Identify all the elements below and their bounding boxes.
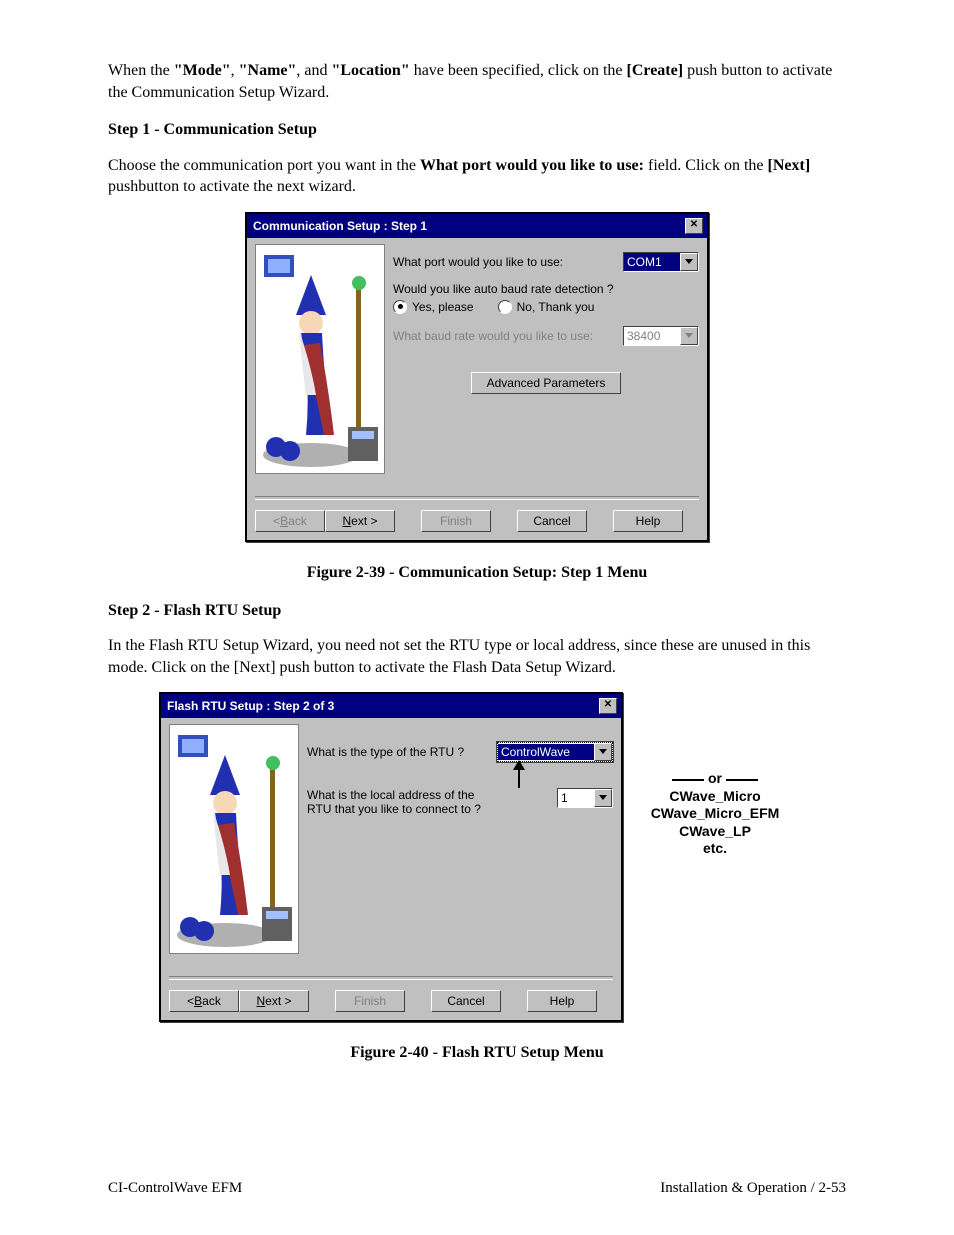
wizard-image <box>255 244 385 474</box>
finish-button: Finish <box>421 510 491 532</box>
help-button[interactable]: Help <box>613 510 683 532</box>
autobaud-label: Would you like auto baud rate detection … <box>393 282 699 296</box>
close-icon[interactable]: ✕ <box>685 218 703 234</box>
port-label: What port would you like to use: <box>393 255 623 269</box>
back-button: < Back <box>255 510 325 532</box>
finish-button: Finish <box>335 990 405 1012</box>
port-combo[interactable] <box>623 252 699 272</box>
flash-rtu-dialog: Flash RTU Setup : Step 2 of 3 ✕ <box>159 692 623 1022</box>
help-button[interactable]: Help <box>527 990 597 1012</box>
chevron-down-icon[interactable] <box>594 743 612 761</box>
rtu-type-combo[interactable] <box>497 742 613 762</box>
annotation-rtu-types: or CWave_Micro CWave_Micro_EFM CWave_LP … <box>635 770 795 858</box>
dialog-title: Flash RTU Setup : Step 2 of 3 <box>167 699 334 713</box>
baud-label: What baud rate would you like to use: <box>393 329 623 343</box>
baud-combo <box>623 326 699 346</box>
radio-no[interactable]: No, Thank you <box>498 300 595 314</box>
paragraph-mode-name-location: When the "Mode", "Name", and "Location" … <box>108 60 846 103</box>
rtu-addr-label: What is the local address of the RTU tha… <box>307 788 557 816</box>
footer-left: CI-ControlWave EFM <box>108 1180 242 1197</box>
paragraph-choose-port: Choose the communication port you want i… <box>108 155 846 198</box>
comm-setup-dialog: Communication Setup : Step 1 ✕ <box>245 212 709 542</box>
advanced-parameters-button[interactable]: Advanced Parameters <box>471 372 621 394</box>
paragraph-flash-rtu: In the Flash RTU Setup Wizard, you need … <box>108 635 846 678</box>
cancel-button[interactable]: Cancel <box>431 990 501 1012</box>
figure-2-caption: Figure 2-40 - Flash RTU Setup Menu <box>108 1042 846 1064</box>
radio-yes[interactable]: Yes, please <box>393 300 474 314</box>
chevron-down-icon[interactable] <box>594 789 612 807</box>
wizard-image <box>169 724 299 954</box>
rtu-type-value[interactable] <box>498 744 594 760</box>
close-icon[interactable]: ✕ <box>599 698 617 714</box>
baud-value <box>624 328 680 344</box>
radio-yes-label: Yes, please <box>412 300 474 314</box>
next-button[interactable]: Next > <box>325 510 395 532</box>
rtu-addr-value[interactable] <box>558 790 594 806</box>
footer-right: Installation & Operation / 2-53 <box>660 1180 846 1197</box>
rtu-type-label: What is the type of the RTU ? <box>307 745 497 759</box>
titlebar: Flash RTU Setup : Step 2 of 3 ✕ <box>161 694 621 718</box>
next-button[interactable]: Next > <box>239 990 309 1012</box>
figure-1-caption: Figure 2-39 - Communication Setup: Step … <box>108 562 846 584</box>
port-value[interactable] <box>624 254 680 270</box>
step1-heading: Step 1 - Communication Setup <box>108 119 846 141</box>
radio-no-label: No, Thank you <box>517 300 595 314</box>
dialog-title: Communication Setup : Step 1 <box>253 219 427 233</box>
chevron-down-icon[interactable] <box>680 253 698 271</box>
separator <box>255 496 699 500</box>
step2-heading: Step 2 - Flash RTU Setup <box>108 600 846 622</box>
titlebar: Communication Setup : Step 1 ✕ <box>247 214 707 238</box>
back-button[interactable]: < Back <box>169 990 239 1012</box>
arrow-up-icon <box>511 760 527 790</box>
separator <box>169 976 613 980</box>
chevron-down-icon <box>680 327 698 345</box>
rtu-addr-combo[interactable] <box>557 788 613 808</box>
cancel-button[interactable]: Cancel <box>517 510 587 532</box>
